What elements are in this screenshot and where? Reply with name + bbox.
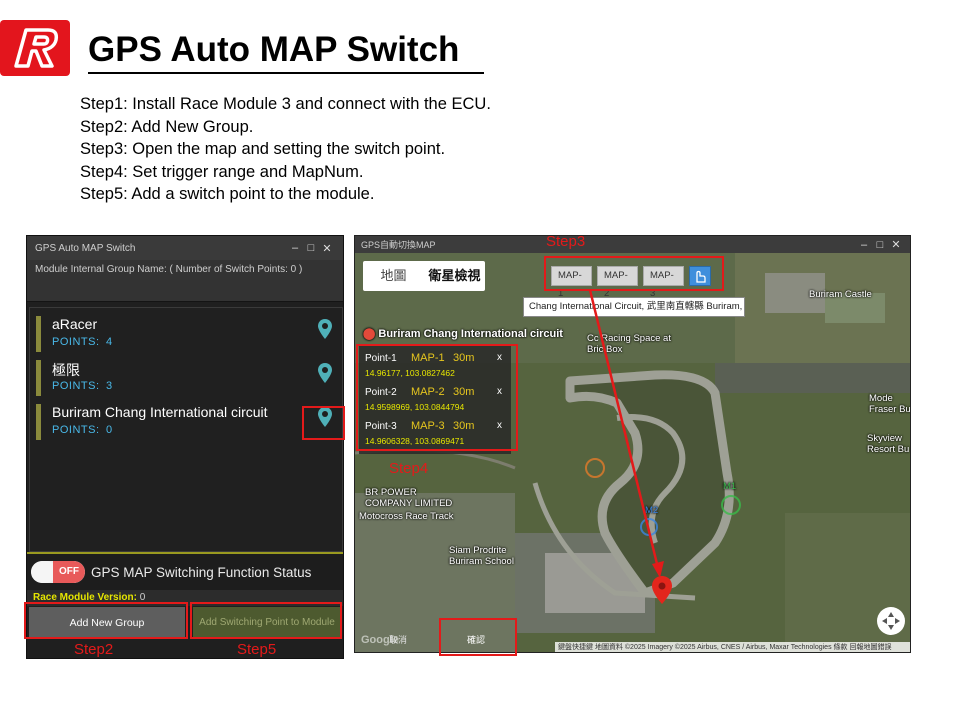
window-title: GPS自動切換MAP [361,240,436,250]
location-pin-icon[interactable] [317,318,333,340]
item-accent-bar [36,404,41,440]
window-title: GPS Auto MAP Switch [35,242,136,254]
map-label: Motocross Race Track [359,511,454,522]
map-label: Skyview Resort Bu [867,433,910,455]
status-label: GPS MAP Switching Function Status [91,565,312,580]
step5-label: Step5 [237,641,277,658]
points-count: 3 [106,380,113,392]
step3-arrow [588,289,664,578]
toggle-state: OFF [53,561,85,583]
group-name-field[interactable]: Module Internal Group Name: ( Number of … [27,260,343,302]
step4-label: Step4 [389,460,429,477]
group-name: aRacer [52,316,98,332]
tab-map[interactable]: 地圖 [363,261,424,291]
highlight-step2-box [24,602,188,639]
circuit-label: ⬤ Buriram Chang International circuit [363,327,563,340]
function-status-row: OFF GPS MAP Switching Function Status [27,552,343,590]
circuit-name: Buriram Chang International circuit [378,328,563,340]
map-label: M1 [723,481,737,492]
steps-list: Step1: Install Race Module 3 and connect… [80,93,600,206]
maximize-icon[interactable]: □ [303,242,319,254]
maximize-icon[interactable]: □ [872,239,888,251]
item-accent-bar [36,316,41,352]
item-accent-bar [36,360,41,396]
map-attribution[interactable]: 鍵盤快捷鍵 地圖資料 ©2025 Imagery ©2025 Airbus, C… [555,642,910,652]
step2-label: Step2 [74,641,114,658]
step-item: Step5: Add a switch point to the module. [80,185,375,203]
step-item: Step3: Open the map and setting the swit… [80,140,446,158]
slide: GPS Auto MAP Switch Step1: Install Race … [0,0,960,720]
window-titlebar: GPS Auto MAP Switch – □ ✕ [27,236,343,260]
list-item[interactable]: 極限 POINTS: 3 [36,358,336,398]
points-label: POINTS: [52,380,100,392]
cancel-button[interactable]: 取消 [363,630,433,650]
step-item: Step4: Set trigger range and MapNum. [80,162,364,181]
list-item[interactable]: Buriram Chang International circuit POIN… [36,402,336,442]
map-label: Mode Fraser Bu [869,393,911,415]
points-label: POINTS: [52,424,100,436]
group-name: 極限 [52,362,80,378]
location-pin-icon: ⬤ [363,328,376,340]
close-icon[interactable]: ✕ [888,238,904,251]
map-type-tabs: 地圖 衛星檢視 [363,261,485,291]
group-name: Buriram Chang International circuit [52,404,268,420]
list-item[interactable]: aRacer POINTS: 4 [36,314,336,354]
step-item: Step1: Install Race Module 3 and connect… [80,95,491,113]
step-item: Step2: Add New Group. [80,117,254,136]
brand-logo [0,20,70,76]
page-title: GPS Auto MAP Switch [88,30,460,69]
title-underline [88,72,484,74]
function-toggle[interactable]: OFF [31,561,85,583]
tab-satellite[interactable]: 衛星檢視 [424,261,485,291]
highlight-step5-box [190,602,342,639]
minimize-icon[interactable]: – [856,239,872,251]
points-label: POINTS: [52,336,100,348]
gps-switch-window: GPS Auto MAP Switch – □ ✕ Module Interna… [26,235,344,659]
points-count: 0 [106,424,113,436]
window-titlebar: GPS自動切換MAP – □ ✕ [355,236,910,253]
points-count: 4 [106,336,113,348]
close-icon[interactable]: ✕ [319,242,335,255]
highlight-confirm-box [439,618,517,656]
location-pin-icon[interactable] [317,362,333,384]
map-label: Buriram Castle [809,289,872,300]
highlight-pin-box [302,406,345,440]
step3-label: Step3 [546,233,586,250]
minimize-icon[interactable]: – [287,242,303,254]
highlight-step4-box [356,344,518,451]
map-label: BR POWER COMPANY LIMITED [365,487,453,509]
racer-r-icon [14,28,59,68]
group-list: aRacer POINTS: 4 極限 POINTS: 3 Buriram Ch… [29,307,343,552]
map-label: Siam Prodrite Buriram School [449,545,514,567]
